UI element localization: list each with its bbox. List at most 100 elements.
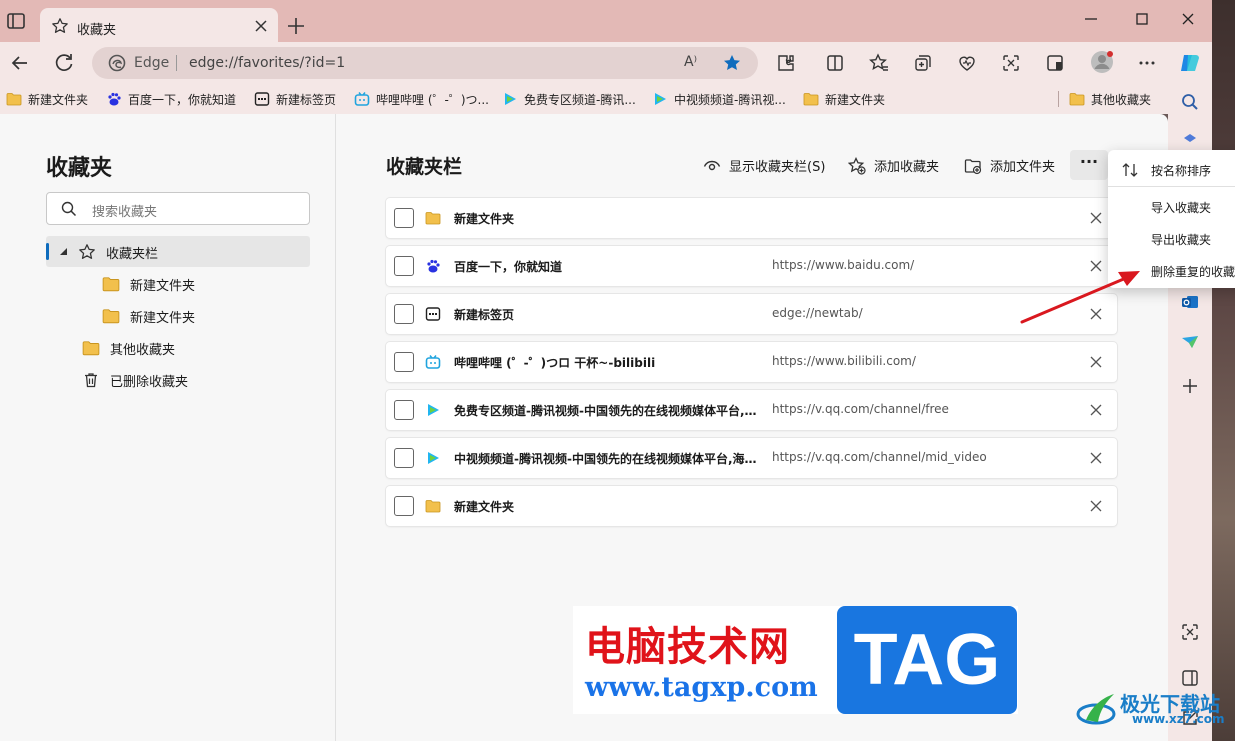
read-aloud-icon[interactable]: A⁾ <box>684 54 697 70</box>
row-name: 新建文件夹 <box>454 500 515 514</box>
address-url[interactable]: edge://favorites/?id=1 <box>189 55 345 71</box>
favorite-row[interactable]: 新建文件夹 <box>386 486 1117 526</box>
search-input[interactable]: 搜索收藏夹 <box>46 192 310 225</box>
add-favorite-button[interactable]: 添加收藏夹 <box>848 156 939 175</box>
row-checkbox[interactable] <box>394 208 414 228</box>
delete-icon[interactable] <box>1087 449 1105 467</box>
row-name: 哔哩哔哩 (゜-゜)つロ 干杯~-bilibili <box>454 356 656 370</box>
favorite-row[interactable]: 哔哩哔哩 (゜-゜)つロ 干杯~-bilibili https://www.bi… <box>386 342 1117 382</box>
close-window-icon[interactable] <box>1179 10 1197 28</box>
bookmark-item[interactable]: 新建标签页 <box>254 90 336 108</box>
menu-sort-by-name[interactable]: 按名称排序 <box>1108 154 1235 184</box>
browser-essentials-icon[interactable] <box>957 53 977 73</box>
search-icon[interactable] <box>1180 92 1200 112</box>
back-icon[interactable] <box>9 52 31 74</box>
favorite-row[interactable]: 百度一下，你就知道 https://www.baidu.com/ <box>386 246 1117 286</box>
bookmark-item[interactable]: 新建文件夹 <box>803 90 885 108</box>
add-favorite-icon <box>848 156 866 175</box>
screenshot-icon[interactable] <box>1001 53 1021 73</box>
tab-actions-icon[interactable] <box>6 12 26 30</box>
star-icon <box>52 18 68 33</box>
tree-item-favorites-bar[interactable]: 收藏夹栏 <box>58 237 158 267</box>
extensions-icon[interactable] <box>776 53 796 73</box>
tree-item-other-favorites[interactable]: 其他收藏夹 <box>82 333 175 363</box>
favorite-star-icon[interactable] <box>722 53 742 73</box>
favorites-list: 新建文件夹 百度一下，你就知道 https://www.baidu.com/ 新… <box>386 198 1117 534</box>
row-checkbox[interactable] <box>394 256 414 276</box>
address-brand: Edge <box>134 55 170 71</box>
menu-divider <box>1108 186 1235 187</box>
bookmark-label: 其他收藏夹 <box>1091 92 1152 107</box>
baidu-icon <box>427 259 440 273</box>
delete-icon[interactable] <box>1087 353 1105 371</box>
outlook-icon[interactable] <box>1180 292 1200 312</box>
tree-item-deleted-favorites[interactable]: 已删除收藏夹 <box>82 365 188 395</box>
split-screen-icon[interactable] <box>825 53 845 73</box>
favorite-row[interactable]: 免费专区频道-腾讯视频-中国领先的在线视频媒体平台,海... https://v… <box>386 390 1117 430</box>
menu-import-favorites[interactable]: 导入收藏夹 <box>1108 191 1235 221</box>
bookmark-item[interactable]: 免费专区频道-腾讯... <box>502 90 636 108</box>
tab-title: 收藏夹 <box>77 23 117 38</box>
favorite-row[interactable]: 新建标签页 edge://newtab/ <box>386 294 1117 334</box>
tree-item-folder[interactable]: 新建文件夹 <box>102 301 195 331</box>
folder-icon <box>803 93 819 106</box>
newtab-icon <box>254 92 270 106</box>
minimize-icon[interactable] <box>1082 10 1100 28</box>
drop-icon[interactable] <box>1180 332 1200 352</box>
bookmark-item[interactable]: 新建文件夹 <box>6 90 88 108</box>
folder-icon <box>6 93 22 106</box>
add-favorite-label: 添加收藏夹 <box>874 160 940 175</box>
close-tab-icon[interactable] <box>252 17 270 35</box>
sidebar-toggle-icon[interactable] <box>1045 53 1065 73</box>
copilot-icon[interactable] <box>1178 51 1202 75</box>
row-url: https://v.qq.com/channel/free <box>772 402 949 416</box>
search-icon <box>61 201 77 217</box>
row-checkbox[interactable] <box>394 400 414 420</box>
row-name: 新建标签页 <box>454 308 515 322</box>
delete-icon[interactable] <box>1087 401 1105 419</box>
tree-item-label: 收藏夹栏 <box>106 246 159 262</box>
add-sidebar-app-icon[interactable] <box>1180 376 1200 396</box>
row-url: https://www.bilibili.com/ <box>772 354 916 368</box>
refresh-icon[interactable] <box>53 52 75 74</box>
bookmark-label: 新建标签页 <box>276 92 337 107</box>
favorite-row[interactable]: 新建文件夹 <box>386 198 1117 238</box>
bookmark-item[interactable]: 哔哩哔哩 (゜-゜)つ... <box>354 90 489 108</box>
menu-export-favorites[interactable]: 导出收藏夹 <box>1108 223 1235 253</box>
delete-icon[interactable] <box>1087 497 1105 515</box>
maximize-icon[interactable] <box>1133 10 1151 28</box>
other-favorites-item[interactable]: 其他收藏夹 <box>1069 90 1151 108</box>
favorites-icon[interactable] <box>869 53 889 73</box>
add-folder-button[interactable]: 添加文件夹 <box>964 156 1055 175</box>
profile-avatar-icon[interactable] <box>1090 50 1114 74</box>
hide-sidebar-icon[interactable] <box>1180 668 1200 688</box>
address-bar[interactable]: Edge edge://favorites/?id=1 A⁾ <box>92 47 758 79</box>
new-tab-icon[interactable] <box>285 15 307 37</box>
tab-favorites[interactable]: 收藏夹 <box>40 8 278 44</box>
corner-watermark: 极光下载站 www.xz7.com <box>1076 688 1226 732</box>
row-checkbox[interactable] <box>394 496 414 516</box>
folder-icon <box>102 277 120 292</box>
folder-icon <box>102 309 120 324</box>
show-favorites-bar-button[interactable]: 显示收藏夹栏(S) <box>703 156 825 175</box>
more-options-button[interactable]: ··· <box>1070 150 1108 180</box>
shopping-icon[interactable] <box>1180 132 1200 152</box>
row-url: edge://newtab/ <box>772 306 863 320</box>
row-checkbox[interactable] <box>394 352 414 372</box>
bookmark-item[interactable]: 中视频频道-腾讯视... <box>652 90 786 108</box>
folder-icon <box>425 500 441 513</box>
expand-caret-icon[interactable] <box>58 247 68 257</box>
screenshot-icon[interactable] <box>1180 622 1200 642</box>
favorite-row[interactable]: 中视频频道-腾讯视频-中国领先的在线视频媒体平台,海量... https://v… <box>386 438 1117 478</box>
row-checkbox[interactable] <box>394 304 414 324</box>
delete-icon[interactable] <box>1087 209 1105 227</box>
collections-icon[interactable] <box>913 53 933 73</box>
tree-item-folder[interactable]: 新建文件夹 <box>102 269 195 299</box>
edge-logo-icon <box>108 54 126 72</box>
row-checkbox[interactable] <box>394 448 414 468</box>
bilibili-icon <box>354 92 370 106</box>
settings-more-icon[interactable] <box>1137 53 1157 73</box>
bookmark-item[interactable]: 百度一下，你就知道 <box>106 90 236 108</box>
tencent-video-icon <box>505 93 516 105</box>
add-folder-label: 添加文件夹 <box>990 160 1056 175</box>
